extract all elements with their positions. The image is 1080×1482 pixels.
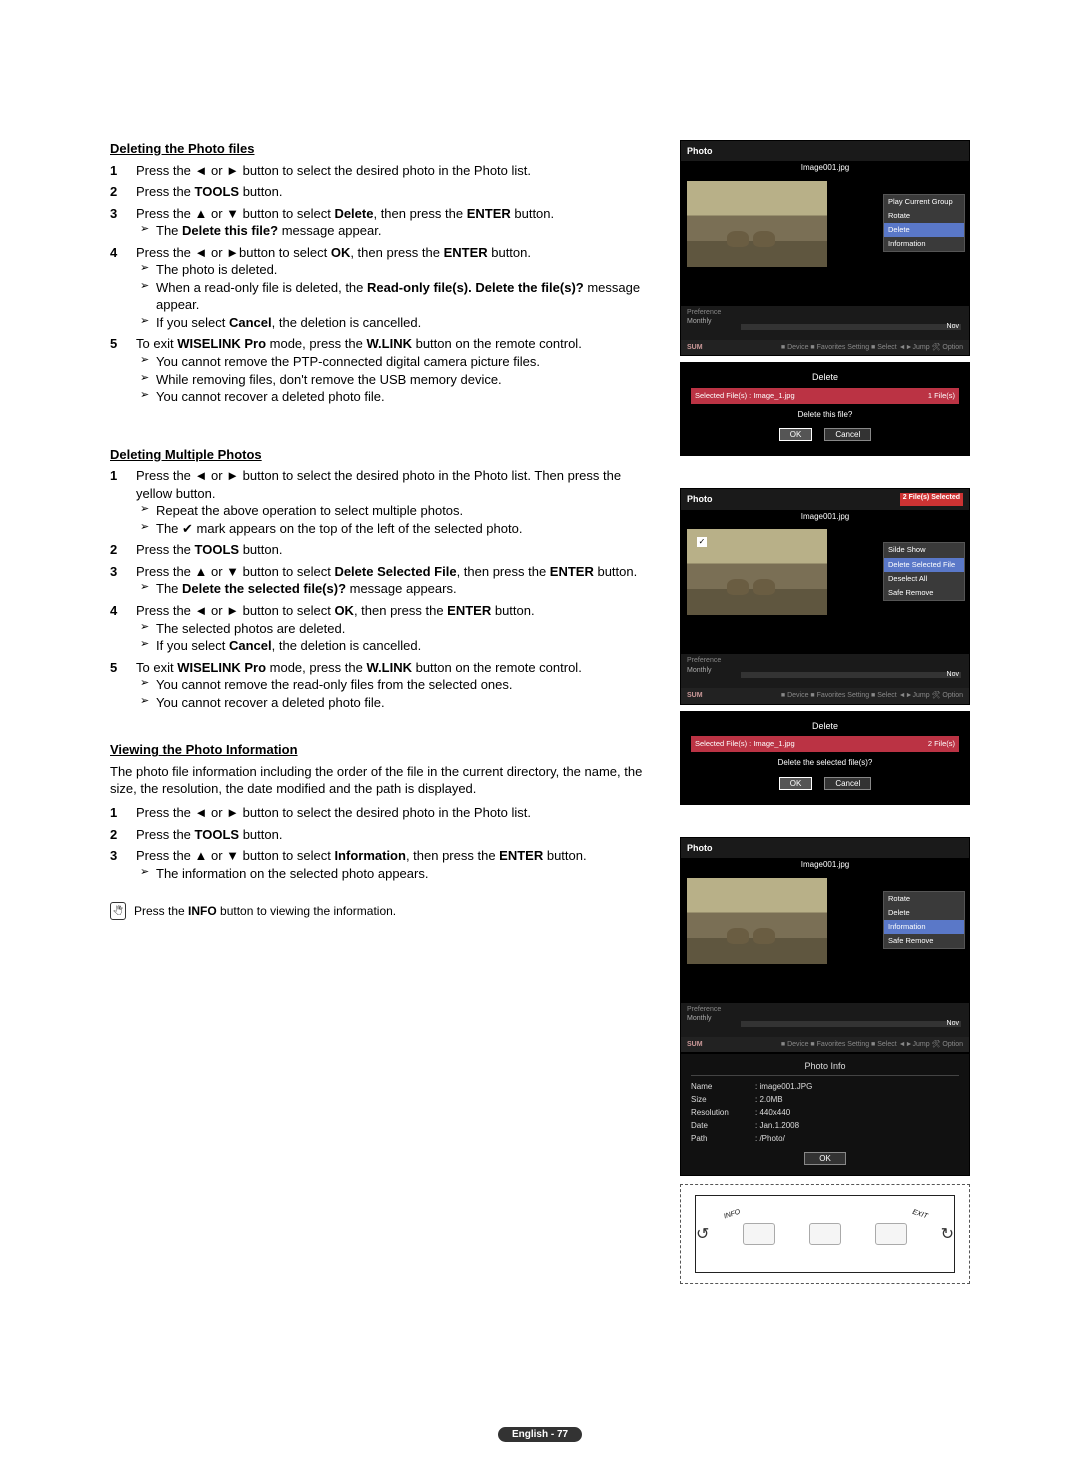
ok-button[interactable]: OK	[804, 1152, 846, 1165]
delete-dialog-2: Delete Selected File(s) : Image_1.jpg2 F…	[680, 711, 970, 805]
check-icon: ✓	[697, 537, 707, 547]
delete-dialog-1: Delete Selected File(s) : Image_1.jpg 1 F…	[680, 362, 970, 456]
menu-item[interactable]: Deselect All	[884, 572, 964, 586]
dialog-message: Delete this file?	[691, 410, 959, 421]
step: 2Press the TOOLS button.	[110, 541, 660, 559]
menu-item[interactable]: Rotate	[884, 892, 964, 906]
left-column: Deleting the Photo files 1Press the ◄ or…	[110, 140, 660, 1284]
page-footer: English - 77	[0, 1424, 1080, 1442]
menu-item[interactable]: Delete	[884, 223, 964, 237]
remote-label-info: INFO	[723, 1208, 742, 1222]
info-note-row: 🖑 Press the INFO button to viewing the i…	[110, 902, 660, 920]
info-note-text: Press the INFO button to viewing the inf…	[134, 903, 396, 919]
menu-item[interactable]: Silde Show	[884, 543, 964, 557]
info-row: Size: 2.0MB	[691, 1095, 959, 1106]
remote-button	[809, 1223, 841, 1245]
menu-item[interactable]: Play Current Group	[884, 195, 964, 209]
dialog-selbar-left: Selected File(s) : Image_1.jpg	[695, 391, 795, 401]
menu-item[interactable]: Information	[884, 237, 964, 251]
step: 4Press the ◄ or ►button to select OK, th…	[110, 244, 660, 332]
cancel-button[interactable]: Cancel	[824, 777, 871, 790]
section3-steps: 1Press the ◄ or ► button to select the d…	[110, 804, 660, 882]
dialog-selbar-right: 1 File(s)	[928, 391, 955, 401]
section3-intro: The photo file information including the…	[110, 763, 660, 798]
timeline: Preference Monthly Nov	[681, 306, 969, 340]
info-row: Date: Jan.1.2008	[691, 1121, 959, 1132]
step: 2Press the TOOLS button.	[110, 183, 660, 201]
remote-label-exit: EXIT	[911, 1208, 929, 1222]
remote-diagram: INFO EXIT ↺ ↻	[680, 1184, 970, 1284]
step: 1Press the ◄ or ► button to select the d…	[110, 162, 660, 180]
photo-filename: Image001.jpg	[681, 510, 969, 525]
shot-group-1: Photo Image001.jpg Play Current GroupRot…	[680, 140, 970, 456]
section3-heading: Viewing the Photo Information	[110, 741, 660, 759]
step: 1Press the ◄ or ► button to select the d…	[110, 804, 660, 822]
timeline-current: Nov	[947, 322, 959, 331]
step: 1Press the ◄ or ► button to select the d…	[110, 467, 660, 537]
step: 4Press the ◄ or ► button to select OK, t…	[110, 602, 660, 655]
section2-heading: Deleting Multiple Photos	[110, 446, 660, 464]
context-menu-1[interactable]: Play Current GroupRotateDeleteInformatio…	[883, 194, 965, 253]
right-column: Photo Image001.jpg Play Current GroupRot…	[680, 140, 970, 1284]
info-row: Path: /Photo/	[691, 1134, 959, 1145]
sum-label: SUM	[687, 343, 703, 352]
section1-steps: 1Press the ◄ or ► button to select the d…	[110, 162, 660, 406]
section1-heading: Deleting the Photo files	[110, 140, 660, 158]
footer-hints: ■ Device ■ Favorites Setting ■ Select ◄►…	[781, 343, 963, 352]
step: 2Press the TOOLS button.	[110, 826, 660, 844]
remote-button	[743, 1223, 775, 1245]
remote-button	[875, 1223, 907, 1245]
shot-title: Photo	[687, 493, 713, 505]
screenshot-multi: Photo 2 File(s) Selected Image001.jpg ✓ S…	[680, 488, 970, 704]
cancel-button[interactable]: Cancel	[824, 428, 871, 441]
selected-badge: 2 File(s) Selected	[900, 493, 963, 505]
menu-item[interactable]: Rotate	[884, 209, 964, 223]
context-menu-2[interactable]: Silde ShowDelete Selected FileDeselect A…	[883, 542, 965, 601]
dialog-title: Delete	[691, 371, 959, 383]
context-menu-3[interactable]: RotateDeleteInformationSafe Remove	[883, 891, 965, 950]
shot-title: Photo	[687, 145, 713, 157]
photo-thumb: ✓	[687, 529, 827, 615]
menu-item[interactable]: Safe Remove	[884, 586, 964, 600]
step: 5To exit WISELINK Pro mode, press the W.…	[110, 335, 660, 405]
screenshot-delete: Photo Image001.jpg Play Current GroupRot…	[680, 140, 970, 356]
photo-filename: Image001.jpg	[681, 161, 969, 176]
screenshot-info: Photo Image001.jpg RotateDeleteInformati…	[680, 837, 970, 1053]
photo-thumb	[687, 878, 827, 964]
menu-item[interactable]: Information	[884, 920, 964, 934]
photo-info-title: Photo Info	[691, 1060, 959, 1076]
photo-thumb	[687, 181, 827, 267]
menu-item[interactable]: Delete	[884, 906, 964, 920]
info-row: Resolution: 440x440	[691, 1108, 959, 1119]
step: 5To exit WISELINK Pro mode, press the W.…	[110, 659, 660, 712]
step: 3Press the ▲ or ▼ button to select Delet…	[110, 205, 660, 240]
menu-item[interactable]: Delete Selected File	[884, 558, 964, 572]
shot-group-3: Photo Image001.jpg RotateDeleteInformati…	[680, 837, 970, 1285]
ok-button[interactable]: OK	[779, 777, 813, 790]
step: 3Press the ▲ or ▼ button to select Delet…	[110, 563, 660, 598]
shot-group-2: Photo 2 File(s) Selected Image001.jpg ✓ S…	[680, 488, 970, 804]
section2-steps: 1Press the ◄ or ► button to select the d…	[110, 467, 660, 711]
info-row: Name: image001.JPG	[691, 1082, 959, 1093]
menu-item[interactable]: Safe Remove	[884, 934, 964, 948]
step: 3Press the ▲ or ▼ button to select Infor…	[110, 847, 660, 882]
photo-info-box: Photo Info Name: image001.JPG Size: 2.0MB…	[680, 1053, 970, 1176]
ok-button[interactable]: OK	[779, 428, 813, 441]
info-icon: 🖑	[110, 902, 126, 920]
